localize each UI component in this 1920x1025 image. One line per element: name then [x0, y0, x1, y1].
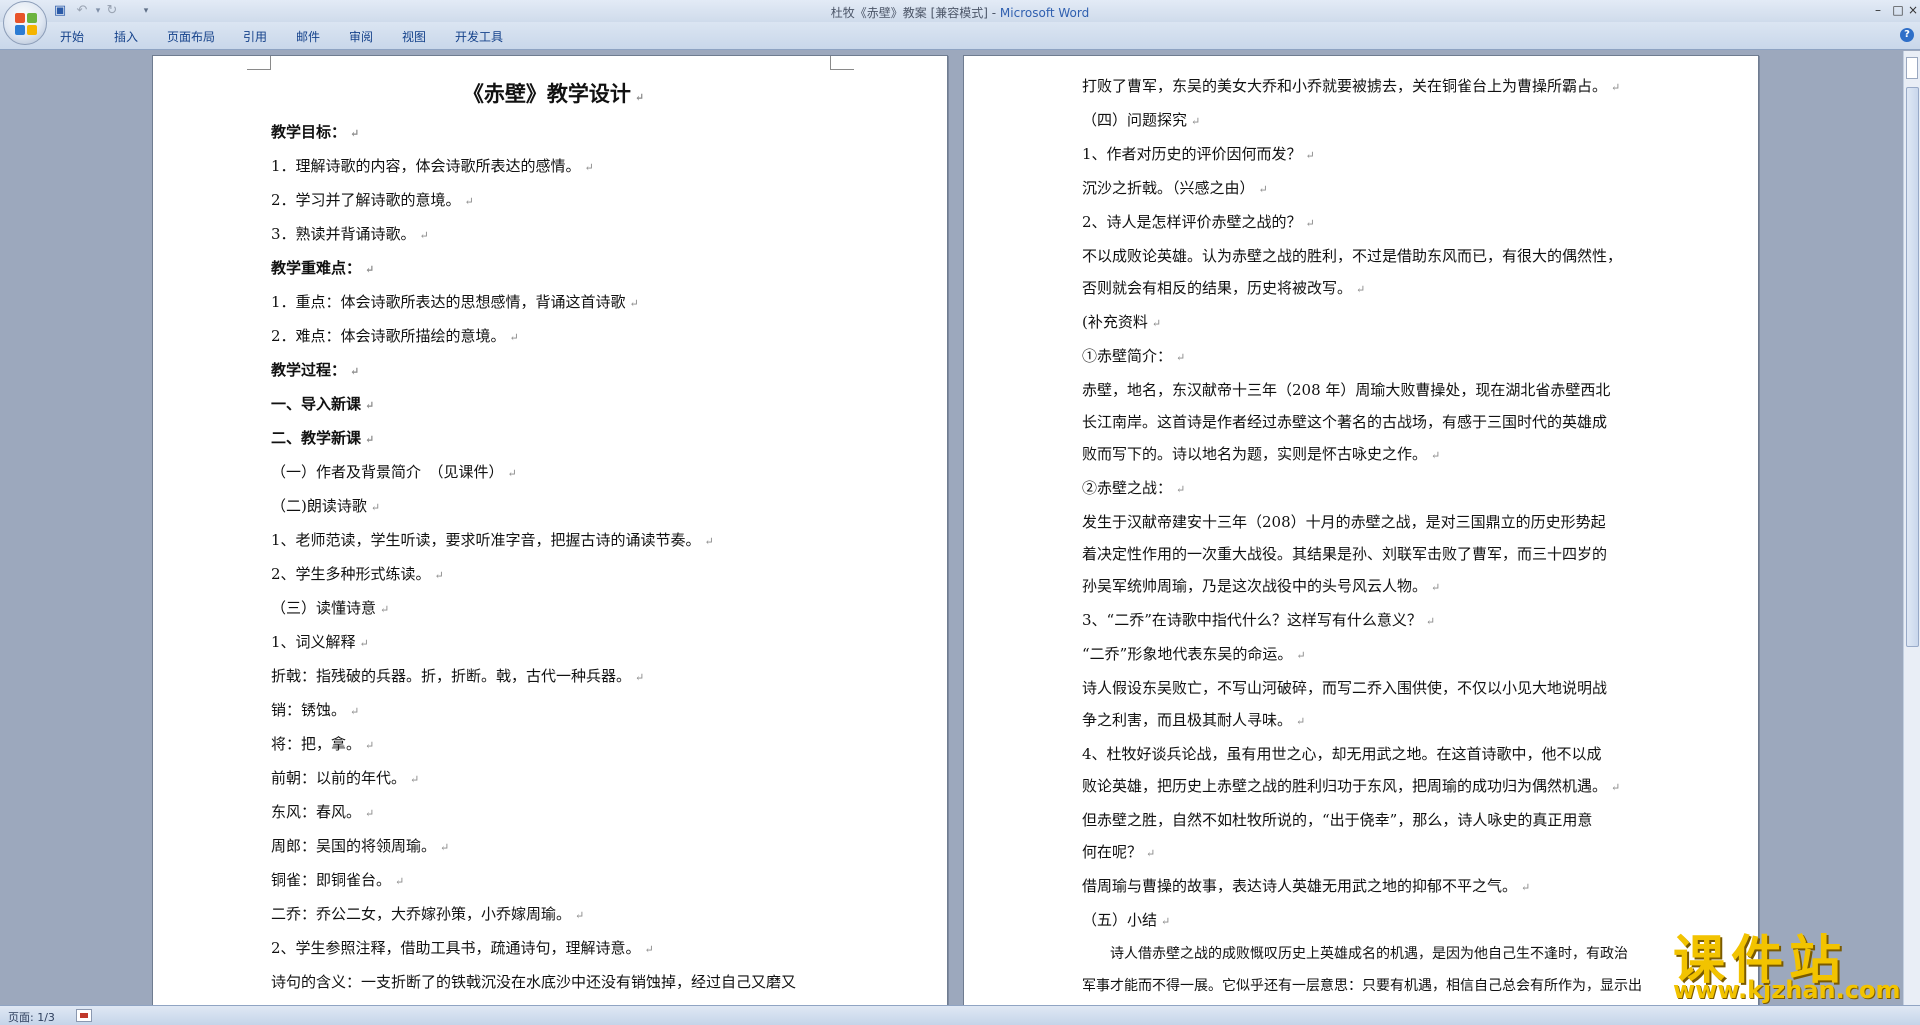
- crop-mark: [830, 56, 854, 70]
- help-icon[interactable]: ?: [1900, 28, 1914, 42]
- status-bar: 页面: 1/3: [0, 1005, 1920, 1025]
- paragraph-line: 2．学习并了解诗歌的意境。 ↵: [271, 191, 474, 209]
- tab-mailings[interactable]: 邮件: [296, 28, 320, 45]
- paragraph-line: 孙吴军统帅周瑜，乃是这次战役中的头号风云人物。 ↵: [1082, 577, 1441, 595]
- paragraph-line: 打败了曹军，东吴的美女大乔和小乔就要被掳去，关在铜雀台上为曹操所霸占。 ↵: [1082, 77, 1621, 95]
- paragraph-line: 4、杜牧好谈兵论战，虽有用世之心，却无用武之地。在这首诗歌中，他不以成: [1082, 745, 1602, 763]
- document-page[interactable]: 《赤壁》教学设计 ↵ 教学目标： ↵ 1．理解诗歌的内容，体会诗歌所表达的感情。 ↵ 2．…: [152, 55, 948, 1005]
- paragraph-line: 二乔：乔公二女，大乔嫁孙策，小乔嫁周瑜。 ↵: [271, 905, 585, 923]
- paragraph-line: 1、作者对历史的评价因何而发？ ↵: [1082, 145, 1315, 163]
- paragraph-line: 否则就会有相反的结果，历史将被改写。 ↵: [1082, 279, 1366, 297]
- paragraph-line: “二乔”形象地代表东吴的命运。 ↵: [1082, 645, 1306, 663]
- paragraph-line: 一、导入新课 ↵: [271, 395, 375, 413]
- tab-view[interactable]: 视图: [402, 28, 426, 45]
- proofing-icon[interactable]: [76, 1009, 92, 1022]
- page-count-status[interactable]: 页面: 1/3: [8, 1009, 55, 1025]
- paragraph-line: 沉沙之折戟。（兴感之由） ↵: [1082, 179, 1268, 197]
- paragraph-line: 3、“二乔”在诗歌中指代什么？这样写有什么意义？ ↵: [1082, 611, 1436, 629]
- paragraph-line: 2、诗人是怎样评价赤壁之战的？ ↵: [1082, 213, 1315, 231]
- paragraph-line: 2．难点：体会诗歌所描绘的意境。 ↵: [271, 327, 519, 345]
- paragraph-line: (补充资料 ↵: [1082, 313, 1162, 331]
- close-button[interactable]: ×: [1903, 3, 1920, 17]
- title-bar: ▣ ↶ ▾ ↻ ▾ 杜牧《赤壁》教案 [兼容模式] - Microsoft Wo…: [0, 0, 1920, 22]
- page-text: 打败了曹军，东吴的美女大乔和小乔就要被掳去，关在铜雀台上为曹操所霸占。 ↵ （四）问…: [1082, 70, 1647, 1005]
- scrollbar-thumb[interactable]: [1906, 87, 1919, 647]
- paragraph-line: 1、词义解释 ↵: [271, 633, 369, 651]
- paragraph-line: 军事才能而不得一展。它似乎还有一层意思：只要有机遇，相信自己总会有所作为，显示出: [1082, 978, 1642, 994]
- paragraph-line: （二)朗读诗歌 ↵: [271, 497, 381, 515]
- window-title: 杜牧《赤壁》教案 [兼容模式] - Microsoft Word: [830, 6, 1090, 20]
- paragraph-line: （五）小结 ↵: [1082, 911, 1171, 929]
- paragraph-line: 教学目标： ↵: [271, 123, 360, 141]
- paragraph-line: 诗人借赤壁之战的成败慨叹历史上英雄成名的机遇，是因为他自己生不逢时，有政治: [1110, 946, 1628, 962]
- tab-review[interactable]: 审阅: [349, 28, 373, 45]
- paragraph-line: 但赤壁之胜，自然不如杜牧所说的，“出于侥幸”，那么，诗人咏史的真正用意: [1082, 811, 1593, 829]
- paragraph-line: 铜雀：即铜雀台。 ↵: [271, 871, 405, 889]
- tab-developer[interactable]: 开发工具: [455, 28, 503, 45]
- document-page[interactable]: 打败了曹军，东吴的美女大乔和小乔就要被掳去，关在铜雀台上为曹操所霸占。 ↵ （四）问…: [963, 55, 1759, 1005]
- paragraph-line: 教学重难点： ↵: [271, 259, 375, 277]
- crop-mark: [247, 56, 271, 70]
- paragraph-line: ①赤壁简介： ↵: [1082, 347, 1186, 365]
- watermark-url: www.kjzhan.com: [1673, 976, 1901, 1004]
- paragraph-line: 东风：春风。 ↵: [271, 803, 375, 821]
- paragraph-line: 教学过程： ↵: [271, 361, 360, 379]
- paragraph-line: 着决定性作用的一次重大战役。其结果是孙、刘联军击败了曹军，而三十四岁的: [1082, 545, 1608, 563]
- paragraph-line: 2、学生多种形式练读。 ↵: [271, 565, 444, 583]
- paragraph-line: 借周瑜与曹操的故事，表达诗人英雄无用武之地的抑郁不平之气。 ↵: [1082, 877, 1531, 895]
- paragraph-line: 周郎：吴国的将领周瑜。 ↵: [271, 837, 450, 855]
- tab-insert[interactable]: 插入: [114, 28, 138, 45]
- paragraph-line: 前朝：以前的年代。 ↵: [271, 769, 420, 787]
- paragraph-line: ②赤壁之战： ↵: [1082, 479, 1186, 497]
- paragraph-line: 不以成败论英雄。认为赤壁之战的胜利，不过是借助东风而已，有很大的偶然性，: [1082, 247, 1623, 265]
- document-area: 《赤壁》教学设计 ↵ 教学目标： ↵ 1．理解诗歌的内容，体会诗歌所表达的感情。 ↵ 2．…: [0, 51, 1903, 1005]
- paragraph-line: 长江南岸。这首诗是作者经过赤壁这个著名的古战场，有感于三国时代的英雄成: [1082, 413, 1608, 431]
- paragraph-line: 1、老师范读，学生听读，要求听准字音，把握古诗的诵读节奏。 ↵: [271, 531, 714, 549]
- paragraph-line: （三）读懂诗意 ↵: [271, 599, 390, 617]
- minimize-button[interactable]: –: [1868, 3, 1888, 17]
- tab-page-layout[interactable]: 页面布局: [167, 28, 215, 45]
- paragraph-line: 赤壁，地名，东汉献帝十三年（208 年）周瑜大败曹操处，现在湖北省赤壁西北: [1082, 381, 1611, 399]
- paragraph-line: 洗发现这是当年赤壁之战的遗物。那时假如不是强劲的东风帮助周瑜实行火攻，↵: [271, 998, 836, 1005]
- tab-references[interactable]: 引用: [243, 28, 267, 45]
- paragraph-line: 何在呢？ ↵: [1082, 843, 1156, 861]
- watermark-logo: 课件站 www.kjzhan.com: [1665, 918, 1913, 1008]
- paragraph-line: 二、教学新课 ↵: [271, 429, 375, 447]
- paragraph-line: 1．理解诗歌的内容，体会诗歌所表达的感情。 ↵: [271, 157, 594, 175]
- paragraph-line: （四）问题探究 ↵: [1082, 111, 1201, 129]
- paragraph-line: 将：把，拿。 ↵: [271, 735, 375, 753]
- paragraph-line: 争之利害，而且极其耐人寻味。 ↵: [1082, 711, 1306, 729]
- paragraph-line: （一）作者及背景简介 （见课件） ↵: [271, 463, 517, 481]
- document-title: 《赤壁》教学设计 ↵: [462, 81, 645, 106]
- paragraph-line: 3．熟读并背诵诗歌。 ↵: [271, 225, 429, 243]
- paragraph-line: 诗句的含义：一支折断了的铁戟沉没在水底沙中还没有销蚀掉，经过自己又磨又: [271, 973, 797, 991]
- office-button[interactable]: [3, 1, 47, 45]
- paragraph-line: 2、学生参照注释，借助工具书，疏通诗句，理解诗意。 ↵: [271, 939, 654, 957]
- page-text: 《赤壁》教学设计 ↵ 教学目标： ↵ 1．理解诗歌的内容，体会诗歌所表达的感情。 ↵ 2．…: [271, 76, 836, 1005]
- paragraph-line: 败论英雄，把历史上赤壁之战的胜利归功于东风，把周瑜的成功归为偶然机遇。 ↵: [1082, 777, 1621, 795]
- paragraph-line: 销：锈蚀。 ↵: [271, 701, 360, 719]
- tab-home[interactable]: 开始: [60, 28, 84, 45]
- paragraph-line: 败而写下的。诗以地名为题，实则是怀古咏史之作。 ↵: [1082, 445, 1441, 463]
- paragraph-line: 折戟：指残破的兵器。折，折断。戟，古代一种兵器。 ↵: [271, 667, 645, 685]
- paragraph-line: 发生于汉献帝建安十三年（208）十月的赤壁之战，是对三国鼎立的历史形势起: [1082, 513, 1606, 531]
- ribbon-tabs: 开始 插入 页面布局 引用 邮件 审阅 视图 开发工具 ?: [0, 22, 1920, 50]
- office-logo-icon: [15, 13, 37, 35]
- paragraph-line: 诗人假设东吴败亡，不写山河破碎，而写二乔入围供使，不仅以小见大地说明战: [1082, 679, 1608, 697]
- paragraph-line: 1．重点：体会诗歌所表达的思想感情，背诵这首诗歌 ↵: [271, 293, 639, 311]
- vertical-scrollbar[interactable]: [1903, 51, 1920, 1005]
- view-ruler-icon[interactable]: [1906, 57, 1918, 79]
